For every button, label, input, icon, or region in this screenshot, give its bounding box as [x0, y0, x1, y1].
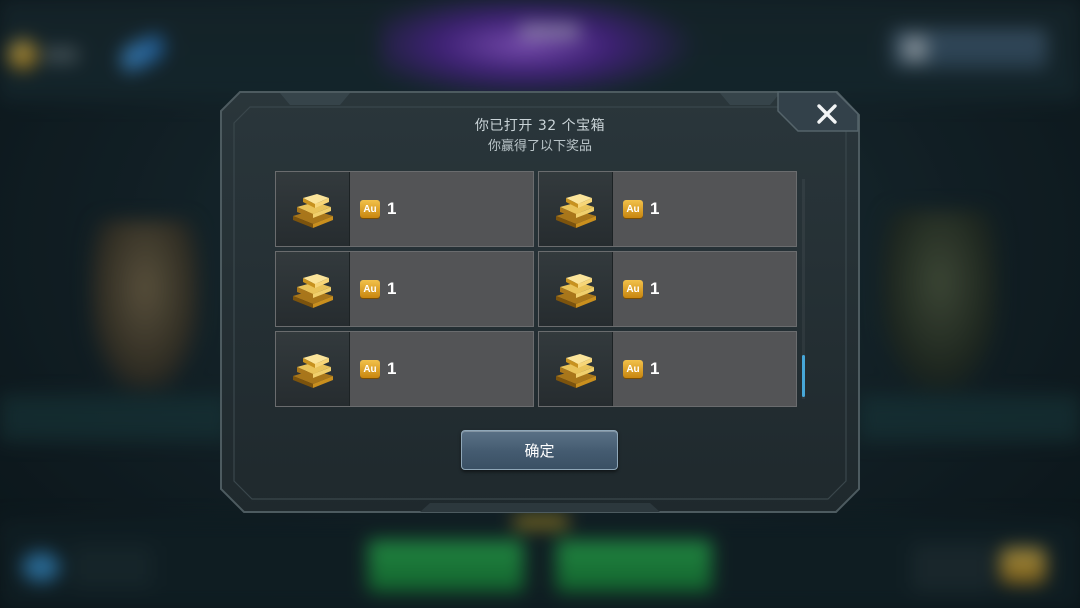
au-gold-icon: Au	[360, 200, 380, 218]
reward-thumbnail	[276, 172, 350, 246]
reward-item: Au 1	[538, 331, 797, 407]
reward-thumbnail	[276, 252, 350, 326]
close-button[interactable]	[798, 95, 856, 133]
reward-thumbnail	[276, 332, 350, 406]
reward-item: Au 1	[275, 171, 534, 247]
reward-quantity: 1	[387, 199, 397, 218]
reward-list-scrollbar-thumb[interactable]	[802, 355, 805, 397]
au-gold-icon: Au	[623, 360, 643, 378]
gold-bars-icon	[556, 274, 596, 308]
reward-quantity: 1	[387, 279, 397, 298]
reward-thumbnail	[539, 332, 613, 406]
reward-quantity: 1	[650, 279, 660, 298]
au-gold-icon: Au	[623, 200, 643, 218]
dialog-title: 你已打开 32 个宝箱	[474, 118, 606, 134]
reward-info: Au 1	[613, 252, 796, 326]
reward-grid: Au 1 Au 1 Au 1 Au 1 Au 1 Au 1	[275, 171, 797, 407]
gold-bars-icon	[293, 194, 333, 228]
au-gold-icon: Au	[360, 360, 380, 378]
reward-thumbnail	[539, 252, 613, 326]
reward-dialog: 你已打开 32 个宝箱 你赢得了以下奖品 Au 1 Au 1 Au 1 Au 1…	[220, 91, 860, 513]
confirm-button[interactable]: 确定	[461, 430, 618, 470]
reward-quantity: 1	[650, 199, 660, 218]
reward-info: Au 1	[350, 252, 533, 326]
reward-item: Au 1	[538, 251, 797, 327]
reward-item: Au 1	[275, 331, 534, 407]
reward-quantity: 1	[650, 359, 660, 378]
reward-thumbnail	[539, 172, 613, 246]
reward-info: Au 1	[350, 332, 533, 406]
close-icon	[817, 104, 837, 124]
au-gold-icon: Au	[623, 280, 643, 298]
reward-info: Au 1	[613, 172, 796, 246]
gold-bars-icon	[556, 194, 596, 228]
reward-info: Au 1	[613, 332, 796, 406]
reward-quantity: 1	[387, 359, 397, 378]
reward-info: Au 1	[350, 172, 533, 246]
gold-bars-icon	[293, 354, 333, 388]
dialog-subtitle: 你赢得了以下奖品	[487, 139, 592, 154]
gold-bars-icon	[556, 354, 596, 388]
reward-item: Au 1	[275, 251, 534, 327]
reward-item: Au 1	[538, 171, 797, 247]
gold-bars-icon	[293, 274, 333, 308]
au-gold-icon: Au	[360, 280, 380, 298]
